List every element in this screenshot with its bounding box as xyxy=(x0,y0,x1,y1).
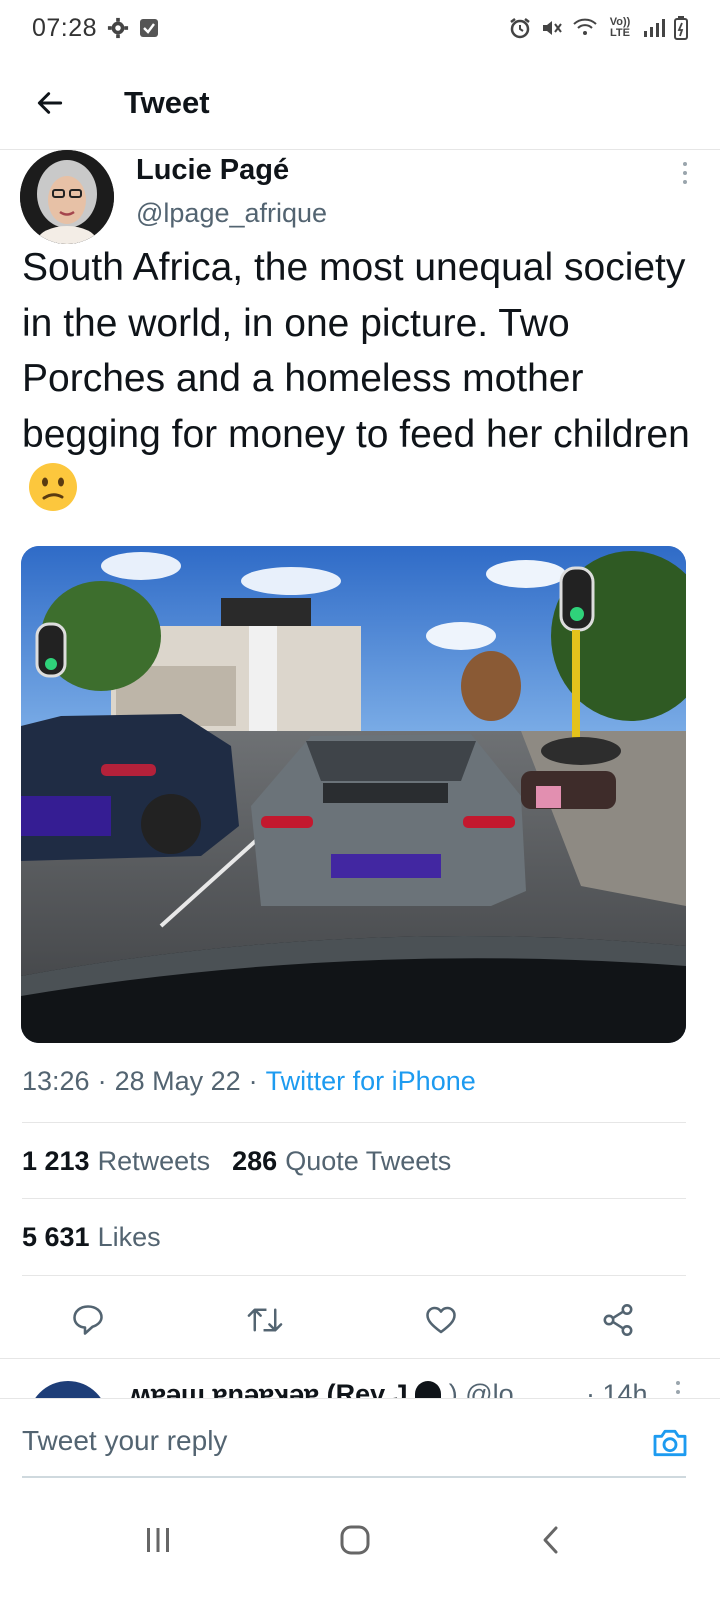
more-options-icon[interactable] xyxy=(680,162,690,192)
gear-icon xyxy=(107,17,129,39)
reply-time: · 14h xyxy=(586,1379,648,1398)
likes-count: 5 631 xyxy=(22,1222,90,1252)
reply-preview[interactable]: ʍɐ̣əɯ ɐnəɐʞəɐ (Rev J ) @lo · 14h xyxy=(0,1358,720,1398)
tweet-author: Lucie Pagé @lpage_afrique xyxy=(20,150,700,245)
system-nav-bar xyxy=(0,1480,720,1600)
street-photo-image xyxy=(21,546,686,1043)
avatar[interactable] xyxy=(28,1381,108,1398)
tweet-time: 13:26 xyxy=(22,1066,90,1096)
reply-author-handle: ) @lo xyxy=(448,1379,514,1398)
likes-label: Likes xyxy=(97,1222,161,1252)
battery-icon xyxy=(674,16,688,40)
alarm-icon xyxy=(508,16,532,40)
like-button[interactable] xyxy=(419,1298,463,1342)
more-options-icon[interactable] xyxy=(676,1381,680,1398)
arrow-left-icon xyxy=(37,91,63,114)
quote-count: 286 xyxy=(232,1146,278,1176)
back-button[interactable] xyxy=(26,79,74,127)
like-icon xyxy=(426,1306,456,1334)
avatar[interactable] xyxy=(20,150,114,244)
page-title: Tweet xyxy=(124,84,210,120)
retweet-button[interactable] xyxy=(243,1298,287,1342)
reply-author-name: ʍɐ̣əɯ ɐnəɐʞəɐ (Rev J ) @lo xyxy=(130,1379,514,1398)
share-button[interactable] xyxy=(596,1298,640,1342)
divider xyxy=(22,1122,686,1123)
retweets-label: Retweets xyxy=(97,1146,211,1176)
input-underline xyxy=(22,1476,686,1478)
status-time: 07:28 xyxy=(32,13,98,42)
status-left: 07:28 xyxy=(32,14,159,43)
camera-button[interactable] xyxy=(650,1423,690,1463)
tweet-date: 28 May 22 xyxy=(114,1066,241,1096)
volte-icon: Vo)) LTE xyxy=(609,16,631,39)
reply-button[interactable] xyxy=(66,1298,110,1342)
quote-label: Quote Tweets xyxy=(285,1146,452,1176)
signal-icon xyxy=(642,17,666,39)
retweets-stat[interactable]: 1 213 Retweets xyxy=(22,1146,210,1177)
divider xyxy=(22,1275,686,1276)
likes-stats: 5 631 Likes xyxy=(22,1222,161,1253)
retweet-icon xyxy=(247,1308,283,1332)
mute-icon xyxy=(540,16,564,40)
app-header: Tweet xyxy=(0,56,720,150)
author-handle[interactable]: @lpage_afrique xyxy=(136,198,327,229)
retweet-stats: 1 213 Retweets 286 Quote Tweets xyxy=(22,1146,451,1177)
camera-icon xyxy=(653,1429,687,1457)
reply-icon xyxy=(73,1305,103,1335)
person-icon xyxy=(415,1381,442,1398)
divider xyxy=(22,1198,686,1199)
reply-composer: Tweet your reply xyxy=(0,1398,720,1478)
chevron-left-icon xyxy=(543,1526,558,1554)
likes-stat[interactable]: 5 631 Likes xyxy=(22,1222,161,1253)
tweet-text: South Africa, the most unequal society i… xyxy=(22,240,702,518)
quote-tweets-stat[interactable]: 286 Quote Tweets xyxy=(232,1146,451,1177)
wifi-icon xyxy=(572,16,598,40)
tweet-meta: 13:26 · 28 May 22 · Twitter for iPhone xyxy=(22,1066,476,1097)
tweet-photo[interactable] xyxy=(21,546,686,1043)
meta-separator: · xyxy=(248,1066,258,1096)
status-right: Vo)) LTE xyxy=(508,16,688,40)
reply-author-text: ʍɐ̣əɯ ɐnəɐʞəɐ (Rev J xyxy=(130,1379,408,1398)
meta-separator: · xyxy=(97,1066,107,1096)
tweet-actions xyxy=(0,1290,720,1350)
recents-icon xyxy=(147,1528,169,1552)
tweet-body: South Africa, the most unequal society i… xyxy=(22,246,690,456)
confused-face-emoji xyxy=(28,462,78,512)
home-icon xyxy=(340,1525,370,1555)
back-nav-button[interactable] xyxy=(522,1510,582,1570)
share-icon xyxy=(603,1304,633,1336)
status-bar: 07:28 Vo)) LTE xyxy=(0,0,720,56)
author-name[interactable]: Lucie Pagé xyxy=(136,154,289,187)
retweets-count: 1 213 xyxy=(22,1146,90,1176)
check-box-icon xyxy=(139,18,159,38)
tweet-source-link[interactable]: Twitter for iPhone xyxy=(266,1066,476,1097)
home-button[interactable] xyxy=(325,1510,385,1570)
reply-input[interactable]: Tweet your reply xyxy=(22,1425,227,1457)
recents-button[interactable] xyxy=(128,1510,188,1570)
